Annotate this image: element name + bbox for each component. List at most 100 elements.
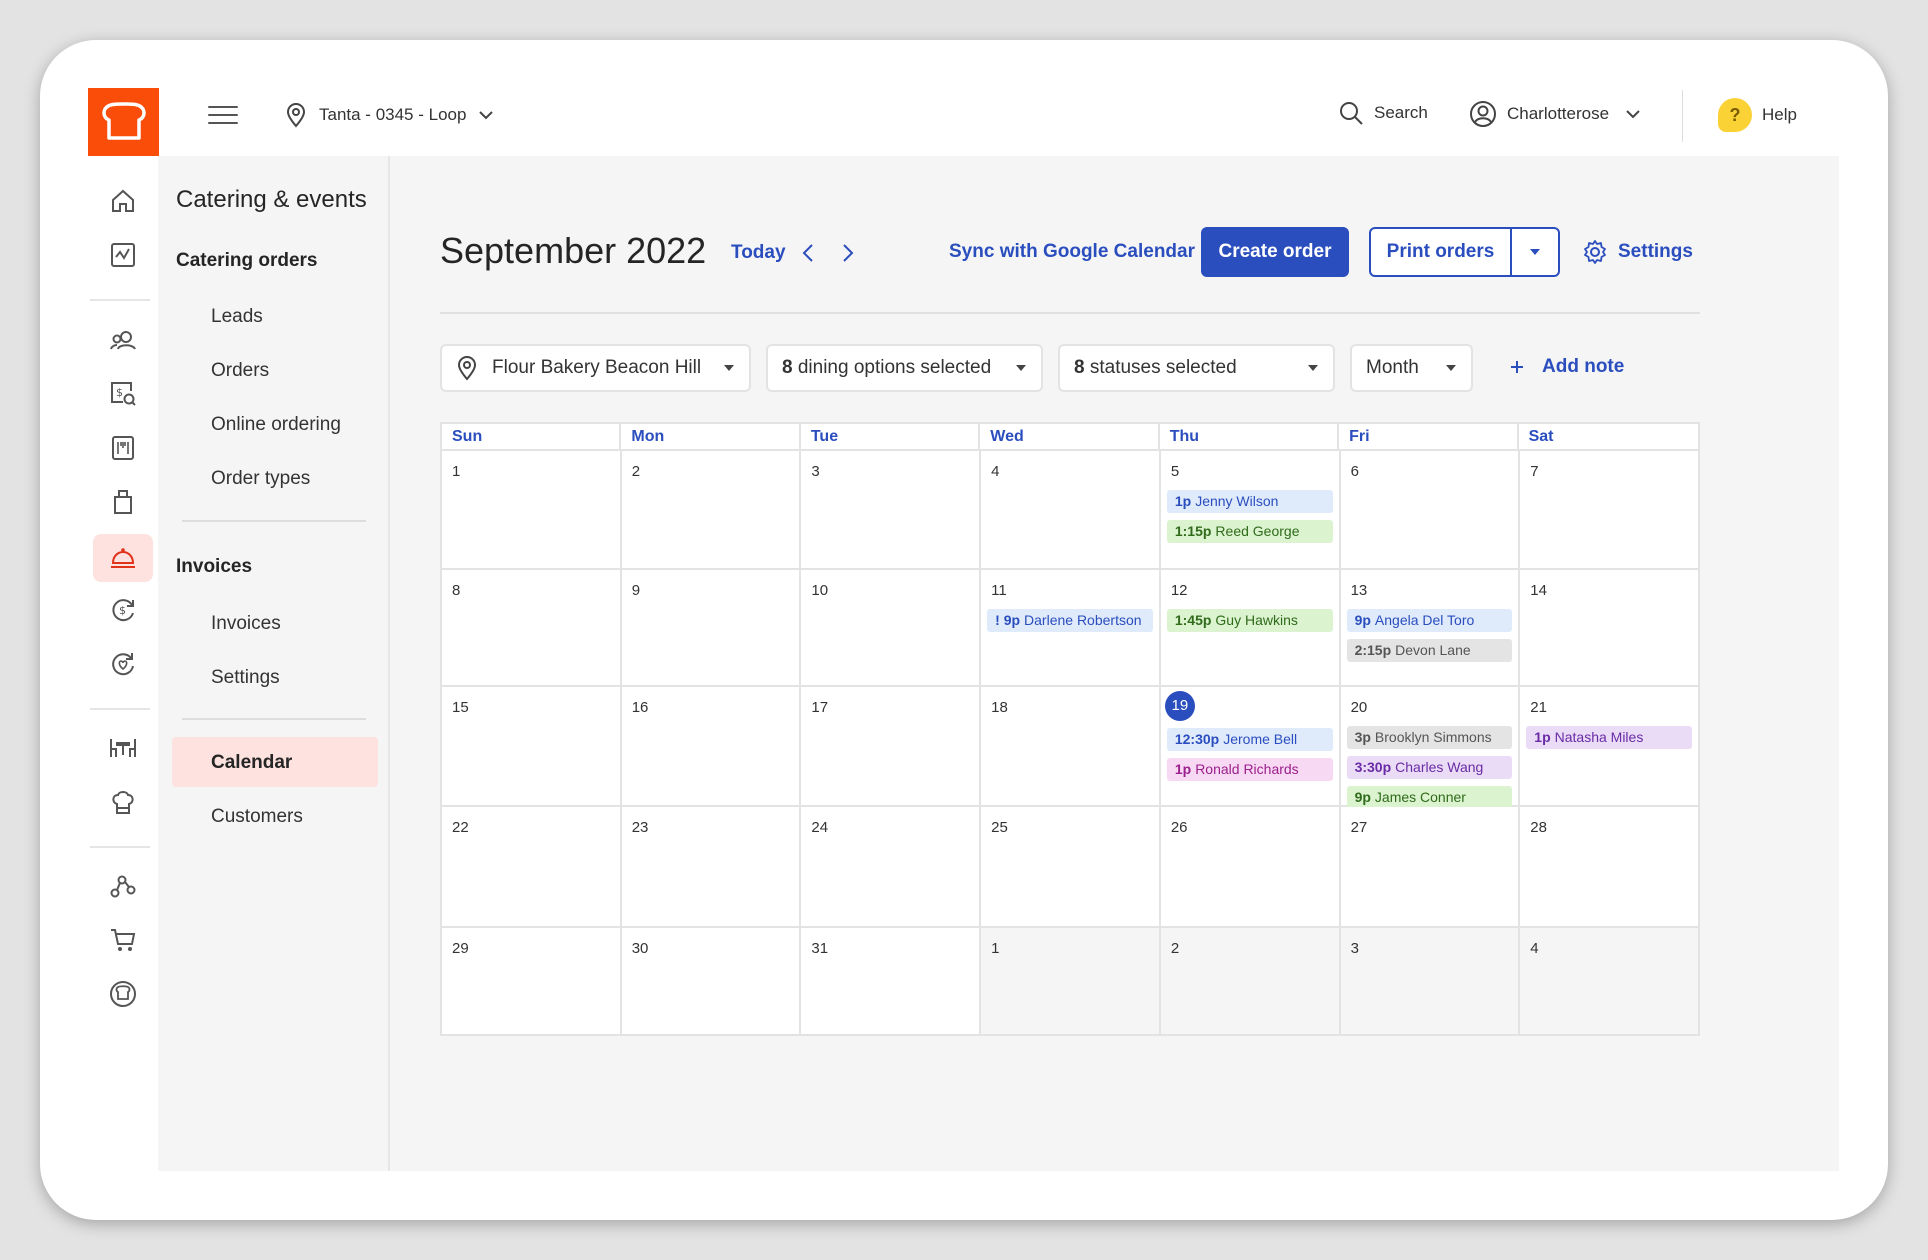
calendar-day-cell[interactable]: 31 (801, 928, 982, 1036)
calendar-day-cell[interactable]: 20 3p Brooklyn Simmons 3:30p Charles Wang 9p J… (1340, 687, 1521, 809)
event-time: 2:15p (1354, 642, 1392, 658)
calendar-day-cell[interactable]: 25 (981, 807, 1161, 928)
calendar-day-cell[interactable]: 17 (801, 687, 982, 807)
bag-icon[interactable] (105, 484, 141, 520)
subnav-item-invoices[interactable]: Invoices (211, 613, 281, 635)
calendar-day-cell[interactable]: 28 (1520, 807, 1700, 928)
calendar-event[interactable]: 1p Ronald Richards (1166, 758, 1333, 781)
location-pin-icon (286, 103, 306, 128)
calendar-event[interactable]: 3p Brooklyn Simmons (1346, 726, 1513, 749)
event-time: 1p (1174, 493, 1192, 509)
statuses-filter[interactable]: 8 statuses selected (1058, 344, 1335, 392)
location-switcher[interactable]: Tanta - 0345 - Loop (285, 102, 494, 128)
calendar-day-cell[interactable]: 9 (621, 570, 802, 687)
catering-bell-icon[interactable] (93, 534, 153, 582)
calendar-day-cell[interactable]: 29 (442, 928, 622, 1036)
finance-icon[interactable]: $ (105, 592, 141, 628)
catering-subnav: Catering & events Catering orders Leads … (158, 156, 390, 1171)
calendar-day-cell[interactable]: 10 (801, 570, 982, 687)
create-order-button[interactable]: Create order (1201, 227, 1349, 277)
calendar-day-cell[interactable]: 19 12:30p Jerome Bell 1p Ronald Richards (1160, 687, 1341, 807)
calendar-day-cell[interactable]: 1 (981, 928, 1161, 1036)
calendar-day-cell[interactable]: 16 (621, 687, 802, 807)
calendar-event[interactable]: 9p James Conner (1346, 786, 1513, 809)
next-month-button[interactable] (836, 240, 860, 266)
user-menu[interactable]: Charlotterose (1469, 100, 1641, 128)
calendar-day-cell[interactable]: 3 (801, 451, 982, 570)
sync-google-calendar-link[interactable]: Sync with Google Calendar (949, 241, 1195, 263)
subnav-item-online-ordering[interactable]: Online ordering (211, 414, 341, 436)
calendar-day-cell[interactable]: 21 1p Natasha Miles (1520, 687, 1700, 807)
event-time: 9p (1354, 612, 1371, 628)
svg-text:$: $ (116, 386, 123, 399)
today-button[interactable]: Today (731, 242, 786, 264)
payments-search-icon[interactable]: $ (105, 376, 141, 412)
calendar-day-cell[interactable]: 15 (442, 687, 622, 807)
menu-icon[interactable] (105, 430, 141, 466)
calendar-event[interactable]: 1p Natasha Miles (1526, 726, 1692, 749)
location-filter[interactable]: Flour Bakery Beacon Hill (440, 344, 751, 392)
calendar-event[interactable]: 2:15p Devon Lane (1346, 639, 1513, 662)
calendar-event[interactable]: 1p Jenny Wilson (1166, 490, 1333, 513)
calendar-day-cell[interactable]: 24 (801, 807, 982, 928)
dining-options-filter[interactable]: 8 dining options selected (766, 344, 1043, 392)
subnav-item-calendar[interactable]: Calendar (211, 752, 292, 774)
calendar-event[interactable]: 12:30p Jerome Bell (1166, 728, 1333, 751)
help-button[interactable]: ? Help (1718, 98, 1797, 132)
subnav-item-order-types[interactable]: Order types (211, 468, 310, 490)
calendar-event[interactable]: 1:15p Reed George (1166, 520, 1333, 543)
calendar-day-cell[interactable]: 4 (1520, 928, 1700, 1036)
event-customer: Reed George (1215, 523, 1300, 539)
settings-button[interactable]: Settings (1582, 239, 1693, 265)
calendar-day-cell[interactable]: 1 (442, 451, 622, 570)
calendar-day-cell[interactable]: 2 (1160, 928, 1341, 1036)
search-button[interactable]: Search (1338, 100, 1428, 126)
calendar-event[interactable]: 9p Angela Del Toro (1346, 609, 1513, 632)
marketing-icon[interactable] (105, 646, 141, 682)
dining-table-icon[interactable] (105, 730, 141, 766)
calendar-day-cell[interactable]: 11 ! 9p Darlene Robertson (981, 570, 1161, 687)
toast-icon[interactable] (105, 976, 141, 1012)
subnav-item-customers[interactable]: Customers (211, 806, 303, 828)
calendar-day-cell[interactable]: 4 (981, 451, 1161, 570)
subnav-item-orders[interactable]: Orders (211, 360, 269, 382)
analytics-icon[interactable] (105, 237, 141, 273)
calendar-day-cell[interactable]: 2 (621, 451, 802, 570)
calendar-day-cell[interactable]: 26 (1160, 807, 1341, 928)
print-orders-button[interactable]: Print orders (1371, 229, 1512, 275)
cart-icon[interactable] (105, 922, 141, 958)
calendar-day-cell[interactable]: 8 (442, 570, 622, 687)
prev-month-button[interactable] (796, 240, 820, 266)
calendar-day-cell[interactable]: 7 (1520, 451, 1700, 570)
calendar-day-cell[interactable]: 30 (621, 928, 802, 1036)
svg-text:$: $ (119, 604, 126, 617)
calendar-day-cell[interactable]: 3 (1340, 928, 1521, 1036)
statuses-count: 8 (1074, 357, 1085, 378)
calendar-day-cell[interactable]: 13 9p Angela Del Toro 2:15p Devon Lane (1340, 570, 1521, 687)
add-note-button[interactable]: Add note (1510, 356, 1624, 378)
calendar-event[interactable]: 3:30p Charles Wang (1346, 756, 1513, 779)
calendar-day-cell[interactable]: 12 1:45p Guy Hawkins (1160, 570, 1341, 687)
toast-logo[interactable] (88, 88, 159, 156)
menu-toggle-button[interactable] (208, 106, 238, 126)
rail-divider (90, 846, 150, 848)
calendar-event[interactable]: 1:45p Guy Hawkins (1166, 609, 1333, 632)
guests-icon[interactable] (105, 322, 141, 358)
calendar-day-cell[interactable]: 27 (1340, 807, 1521, 928)
calendar-day-cell[interactable]: 18 (981, 687, 1161, 807)
calendar-day-cell[interactable]: 5 1p Jenny Wilson 1:15p Reed George (1160, 451, 1341, 570)
calendar-day-cell[interactable]: 6 (1340, 451, 1521, 570)
calendar-event[interactable]: ! 9p Darlene Robertson (987, 609, 1153, 632)
subnav-item-leads[interactable]: Leads (211, 306, 263, 328)
home-icon[interactable] (105, 183, 141, 219)
day-number: 20 (1350, 699, 1368, 716)
kitchen-icon[interactable] (105, 784, 141, 820)
integrations-icon[interactable] (105, 868, 141, 904)
day-number: 4 (991, 463, 1000, 480)
print-orders-dropdown[interactable] (1512, 229, 1558, 275)
calendar-day-cell[interactable]: 23 (621, 807, 802, 928)
calendar-day-cell[interactable]: 14 (1520, 570, 1700, 687)
subnav-item-settings[interactable]: Settings (211, 667, 280, 689)
calendar-day-cell[interactable]: 22 (442, 807, 622, 928)
view-select[interactable]: Month (1350, 344, 1473, 392)
